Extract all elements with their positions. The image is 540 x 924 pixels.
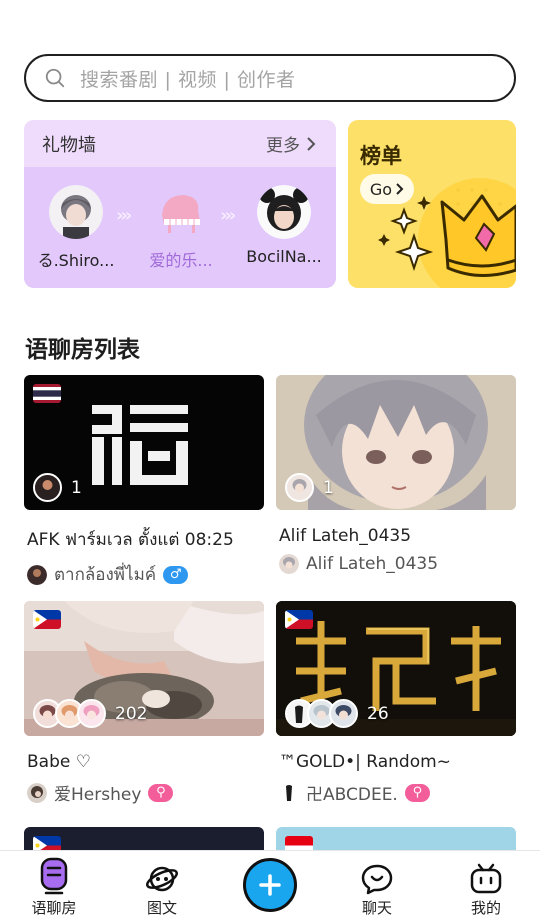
tv-icon (470, 863, 502, 894)
bottom-nav: 语聊房 图文 聊天 我的 (0, 850, 540, 924)
host-avatar (279, 782, 299, 803)
room-card[interactable]: 1 AFK ฟาร์มเวล ตั้งแต่ 08:25 ตากล้องพี่ไ… (24, 375, 264, 588)
gift-wall-header: 礼物墙 更多 (24, 120, 336, 167)
search-placeholder: 搜索番剧 | 视频 | 创作者 (80, 68, 296, 91)
room-title: Babe ♡ (27, 752, 91, 772)
listener-avatar (285, 473, 314, 502)
gift-item-label: 爱的乐... (149, 251, 213, 270)
search-icon (45, 68, 65, 88)
gift-wall-card[interactable]: 礼物墙 更多 る.Shiro... ››› 爱的乐... ››› BocilNa… (24, 120, 336, 288)
listener-counter: 1 (33, 473, 82, 502)
sender-avatar (49, 185, 103, 239)
create-plus-button[interactable] (243, 858, 297, 912)
tab-voice-rooms[interactable]: 语聊房 (24, 857, 84, 918)
listener-avatar (329, 699, 358, 728)
philippines-flag-icon (285, 610, 313, 629)
gift-item[interactable]: 爱的乐... (133, 185, 229, 271)
listener-avatar (77, 699, 106, 728)
male-gender-icon: ♂ (163, 565, 189, 584)
room-title: AFK ฟาร์มเวล ตั้งแต่ 08:25 (27, 530, 234, 550)
gift-piano-icon (154, 185, 208, 239)
room-host[interactable]: 卍ABCDEE. ⚲ (279, 780, 516, 805)
receiver-avatar (257, 185, 311, 239)
room-thumbnail: 1 (276, 375, 516, 510)
gift-receiver[interactable]: BocilNa... (236, 185, 332, 266)
tab-label: 我的 (470, 899, 501, 917)
ranking-card[interactable]: 榜单 Go (348, 120, 516, 288)
chevron-right-icon (396, 183, 404, 195)
planet-icon (146, 866, 178, 892)
thailand-flag-icon (33, 384, 61, 403)
host-avatar (27, 782, 47, 803)
search-bar[interactable]: 搜索番剧 | 视频 | 创作者 (24, 54, 516, 102)
mic-icon (40, 857, 68, 895)
ranking-go-label: Go (369, 179, 393, 199)
room-card[interactable]: 26 ™GOLD•| Random~ 卍ABCDEE. ⚲ (276, 601, 516, 805)
listener-count: 1 (71, 477, 82, 498)
listener-counter: 26 (285, 699, 389, 728)
tab-posts[interactable]: 图文 (132, 863, 192, 918)
female-gender-icon: ⚲ (148, 783, 174, 802)
tab-profile[interactable]: 我的 (456, 863, 516, 918)
listener-count: 1 (323, 477, 334, 498)
chat-icon (361, 864, 393, 895)
gift-wall-more-label: 更多 (266, 136, 300, 156)
philippines-flag-icon (33, 610, 61, 629)
female-gender-icon: ⚲ (404, 783, 430, 802)
gift-wall-more-link[interactable]: 更多 (266, 131, 316, 156)
room-title: Alif Lateh_0435 (279, 526, 412, 546)
listener-counter: 202 (33, 699, 147, 728)
plus-icon (259, 874, 281, 896)
ranking-title: 榜单 (360, 144, 402, 168)
gift-wall-title: 礼物墙 (42, 134, 96, 156)
host-name: 卍ABCDEE. (306, 785, 398, 805)
listener-avatar (33, 473, 62, 502)
listener-counter: 1 (285, 473, 334, 502)
room-host[interactable]: Alif Lateh_0435 (279, 554, 516, 574)
ranking-go-button[interactable]: Go (360, 174, 414, 204)
room-host[interactable]: 爱Hershey ⚲ (27, 780, 264, 805)
room-card[interactable]: 202 Babe ♡ 爱Hershey ⚲ (24, 601, 264, 805)
host-name: ตากล้องพี่ไมค์ (54, 565, 157, 585)
arrow-icon: ››› (116, 205, 132, 226)
gift-wall-row: る.Shiro... ››› 爱的乐... ››› BocilNa... (24, 167, 336, 288)
room-thumbnail: 26 (276, 601, 516, 736)
arrow-icon: ››› (220, 205, 236, 226)
room-card[interactable]: 1 Alif Lateh_0435 Alif Lateh_0435 (276, 375, 516, 574)
room-title: ™GOLD•| Random~ (279, 752, 451, 772)
room-thumbnail: 202 (24, 601, 264, 736)
tab-label: 聊天 (361, 899, 392, 917)
tab-label: 图文 (146, 899, 177, 917)
chevron-right-icon (307, 136, 316, 151)
host-name: 爱Hershey (54, 785, 142, 805)
section-title: 语聊房列表 (25, 337, 140, 363)
tab-chat[interactable]: 聊天 (347, 863, 407, 918)
listener-count: 202 (115, 703, 148, 724)
host-avatar (27, 564, 47, 585)
tab-label: 语聊房 (31, 899, 77, 917)
host-avatar (279, 554, 299, 574)
gift-item-label: る.Shiro... (37, 251, 115, 270)
gift-item-label: BocilNa... (246, 247, 322, 266)
listener-count: 26 (367, 703, 389, 724)
gift-sender[interactable]: る.Shiro... (28, 185, 124, 271)
room-host[interactable]: ตากล้องพี่ไมค์ ♂ (27, 561, 264, 588)
host-name: Alif Lateh_0435 (306, 554, 439, 574)
room-thumbnail: 1 (24, 375, 264, 510)
